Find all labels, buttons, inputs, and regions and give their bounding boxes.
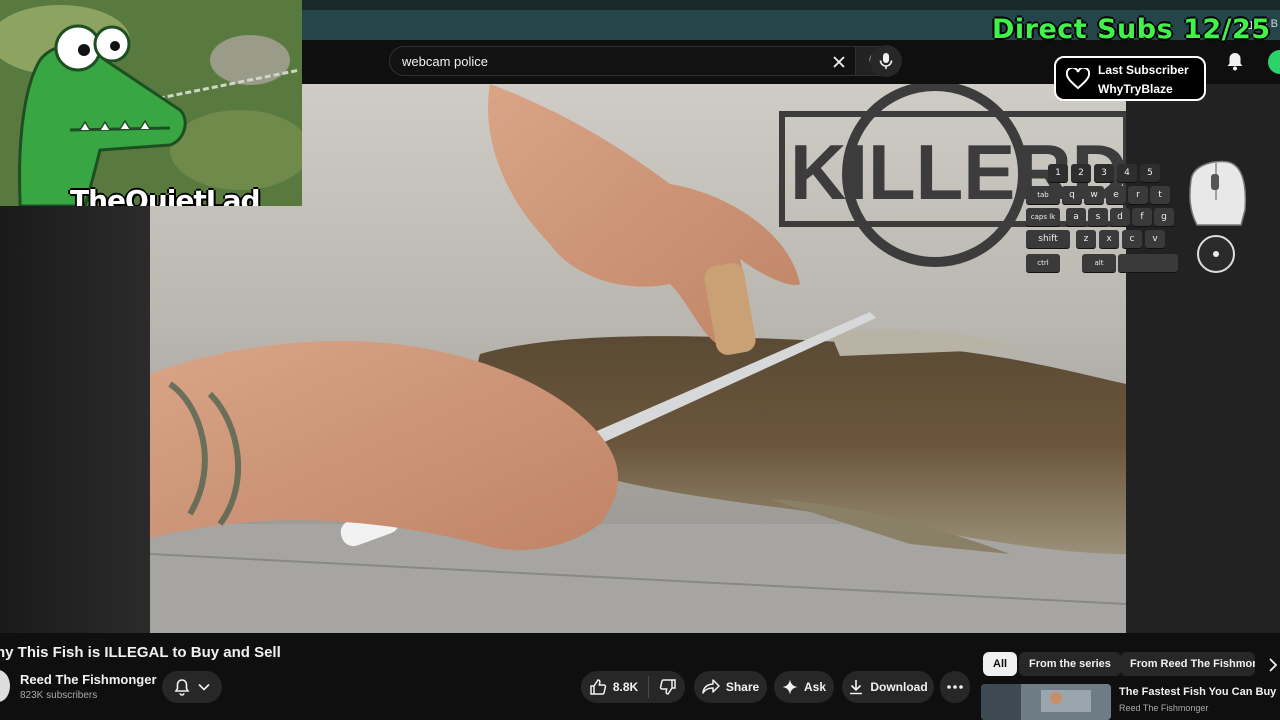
key: s	[1088, 208, 1108, 226]
webcam-overlay: TheQuietLad	[0, 0, 302, 206]
like-dislike-group: 8.8K	[581, 671, 685, 703]
key: 4	[1117, 164, 1137, 182]
download-button[interactable]: Download	[842, 671, 934, 703]
key: w	[1084, 186, 1104, 204]
more-icon	[947, 685, 963, 689]
streamer-name: TheQuietLad	[70, 184, 261, 206]
key: x	[1099, 230, 1119, 248]
key: t	[1150, 186, 1170, 204]
share-button[interactable]: Share	[694, 671, 767, 703]
recommended-video-title[interactable]: The Fastest Fish You Can Buy	[1119, 686, 1276, 698]
key: caps lk	[1026, 208, 1060, 226]
browser-tab-strip	[300, 0, 1280, 10]
heart-icon	[1066, 68, 1090, 90]
key: d	[1110, 208, 1130, 226]
microphone-icon	[879, 53, 893, 69]
chip-all[interactable]: All	[983, 652, 1018, 676]
key: ctrl	[1026, 254, 1060, 272]
recommended-video-thumbnail[interactable]	[981, 684, 1111, 720]
chevron-right-icon[interactable]	[1266, 656, 1280, 674]
chevron-down-icon	[198, 683, 210, 691]
recommended-video-channel: Reed The Fishmonger	[1119, 703, 1209, 713]
key: 3	[1094, 164, 1114, 182]
bell-icon	[174, 679, 190, 696]
close-icon[interactable]	[829, 52, 849, 72]
direct-subs-counter: Direct Subs 12/25	[992, 14, 1271, 45]
thumbnail-image	[981, 684, 1111, 720]
key: 5	[1140, 164, 1160, 182]
key: g	[1154, 208, 1174, 226]
spacebar-key	[1118, 254, 1178, 272]
last-subscriber-label: Last Subscriber	[1098, 63, 1189, 77]
key: z	[1076, 230, 1096, 248]
share-icon	[702, 679, 720, 694]
last-subscriber-widget: Last Subscriber WhyTryBlaze	[1054, 56, 1206, 101]
download-label: Download	[870, 680, 928, 694]
last-subscriber-name: WhyTryBlaze	[1098, 82, 1173, 96]
key: tab	[1026, 186, 1060, 204]
like-button[interactable]: 8.8K	[589, 678, 638, 696]
key: q	[1062, 186, 1082, 204]
ask-label: Ask	[803, 680, 826, 694]
key: a	[1066, 208, 1086, 226]
notifications-bell-icon[interactable]	[1224, 50, 1246, 72]
mouse-overlay-icon	[1189, 160, 1247, 273]
subscription-bell-button[interactable]	[162, 671, 222, 703]
key: 2	[1071, 164, 1091, 182]
chip-from-channel[interactable]: From Reed The Fishmonger	[1120, 652, 1255, 676]
ask-button[interactable]: Ask	[774, 671, 834, 703]
key: e	[1106, 186, 1126, 204]
key: c	[1122, 230, 1142, 248]
video-title: hy This Fish is ILLEGAL to Buy and Sell	[0, 644, 281, 661]
voice-search-button[interactable]	[870, 45, 902, 77]
search-query: webcam police	[402, 54, 488, 69]
search-input[interactable]: webcam police	[389, 46, 856, 76]
like-divider	[648, 676, 650, 698]
key: alt	[1082, 254, 1116, 272]
thumbs-down-icon[interactable]	[659, 678, 677, 696]
key: f	[1132, 208, 1152, 226]
channel-name[interactable]: Reed The Fishmonger	[20, 672, 157, 687]
key: v	[1145, 230, 1165, 248]
keyboard-overlay: 1 2 3 4 5 tab q w e r t caps lk a s d f …	[1026, 164, 1180, 276]
more-actions-button[interactable]	[940, 671, 970, 703]
thumbs-up-icon	[590, 679, 606, 695]
share-label: Share	[725, 680, 760, 694]
webcam-frame	[0, 0, 302, 206]
key: shift	[1026, 230, 1070, 248]
like-count: 8.8K	[612, 680, 639, 694]
key: r	[1128, 186, 1148, 204]
key: 1	[1048, 164, 1068, 182]
chip-from-the-series[interactable]: From the series	[1019, 652, 1121, 676]
sparkle-icon	[782, 679, 798, 695]
channel-subscriber-count: 823K subscribers	[20, 690, 98, 701]
download-icon	[850, 680, 863, 695]
